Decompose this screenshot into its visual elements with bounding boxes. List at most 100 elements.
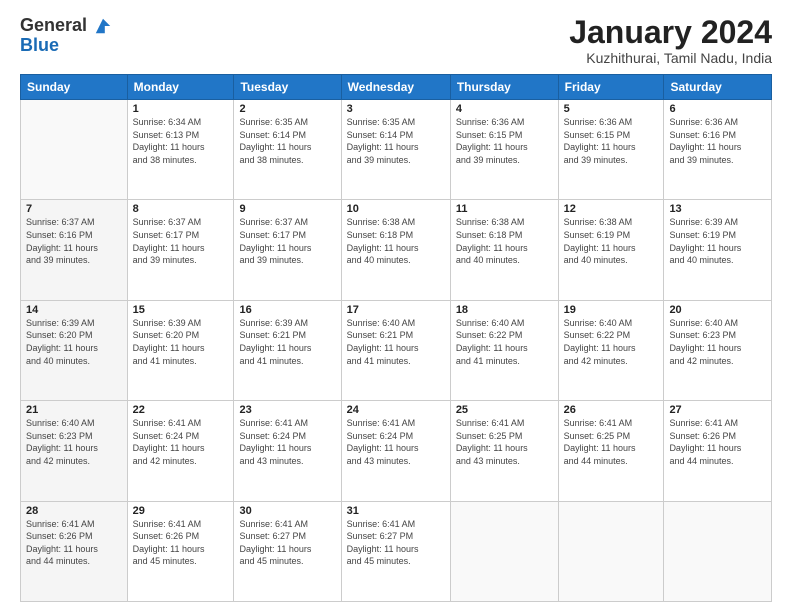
calendar-cell: 8Sunrise: 6:37 AM Sunset: 6:17 PM Daylig…: [127, 200, 234, 300]
calendar-cell: 7Sunrise: 6:37 AM Sunset: 6:16 PM Daylig…: [21, 200, 128, 300]
day-number: 1: [133, 103, 229, 115]
day-number: 21: [26, 404, 122, 416]
calendar-cell: 20Sunrise: 6:40 AM Sunset: 6:23 PM Dayli…: [664, 300, 772, 400]
calendar-table: SundayMondayTuesdayWednesdayThursdayFrid…: [20, 74, 772, 602]
day-number: 19: [564, 304, 659, 316]
day-number: 23: [239, 404, 335, 416]
weekday-header: Monday: [127, 75, 234, 100]
calendar-cell: 27Sunrise: 6:41 AM Sunset: 6:26 PM Dayli…: [664, 401, 772, 501]
day-number: 11: [456, 203, 553, 215]
weekday-header: Sunday: [21, 75, 128, 100]
calendar-cell: 28Sunrise: 6:41 AM Sunset: 6:26 PM Dayli…: [21, 501, 128, 601]
calendar-cell: 2Sunrise: 6:35 AM Sunset: 6:14 PM Daylig…: [234, 100, 341, 200]
day-info: Sunrise: 6:40 AM Sunset: 6:21 PM Dayligh…: [347, 317, 445, 367]
day-info: Sunrise: 6:41 AM Sunset: 6:26 PM Dayligh…: [669, 417, 766, 467]
title-block: January 2024 Kuzhithurai, Tamil Nadu, In…: [569, 16, 772, 66]
calendar-cell: [664, 501, 772, 601]
day-number: 25: [456, 404, 553, 416]
day-info: Sunrise: 6:40 AM Sunset: 6:23 PM Dayligh…: [26, 417, 122, 467]
logo: General Blue: [20, 16, 112, 56]
day-number: 28: [26, 505, 122, 517]
day-info: Sunrise: 6:34 AM Sunset: 6:13 PM Dayligh…: [133, 116, 229, 166]
calendar-cell: 4Sunrise: 6:36 AM Sunset: 6:15 PM Daylig…: [450, 100, 558, 200]
weekday-header: Wednesday: [341, 75, 450, 100]
day-number: 4: [456, 103, 553, 115]
day-info: Sunrise: 6:40 AM Sunset: 6:22 PM Dayligh…: [564, 317, 659, 367]
day-info: Sunrise: 6:36 AM Sunset: 6:16 PM Dayligh…: [669, 116, 766, 166]
calendar-cell: 29Sunrise: 6:41 AM Sunset: 6:26 PM Dayli…: [127, 501, 234, 601]
day-number: 5: [564, 103, 659, 115]
calendar-title: January 2024: [569, 16, 772, 48]
logo-blue: Blue: [20, 36, 112, 56]
calendar-week-row: 7Sunrise: 6:37 AM Sunset: 6:16 PM Daylig…: [21, 200, 772, 300]
day-number: 7: [26, 203, 122, 215]
day-info: Sunrise: 6:41 AM Sunset: 6:24 PM Dayligh…: [347, 417, 445, 467]
day-info: Sunrise: 6:39 AM Sunset: 6:21 PM Dayligh…: [239, 317, 335, 367]
calendar-cell: [558, 501, 664, 601]
day-info: Sunrise: 6:35 AM Sunset: 6:14 PM Dayligh…: [347, 116, 445, 166]
calendar-cell: 25Sunrise: 6:41 AM Sunset: 6:25 PM Dayli…: [450, 401, 558, 501]
day-info: Sunrise: 6:41 AM Sunset: 6:25 PM Dayligh…: [456, 417, 553, 467]
day-info: Sunrise: 6:41 AM Sunset: 6:24 PM Dayligh…: [239, 417, 335, 467]
day-number: 18: [456, 304, 553, 316]
calendar-cell: 11Sunrise: 6:38 AM Sunset: 6:18 PM Dayli…: [450, 200, 558, 300]
day-info: Sunrise: 6:37 AM Sunset: 6:16 PM Dayligh…: [26, 216, 122, 266]
day-info: Sunrise: 6:40 AM Sunset: 6:22 PM Dayligh…: [456, 317, 553, 367]
calendar-cell: [450, 501, 558, 601]
day-number: 27: [669, 404, 766, 416]
calendar-week-row: 28Sunrise: 6:41 AM Sunset: 6:26 PM Dayli…: [21, 501, 772, 601]
day-number: 14: [26, 304, 122, 316]
day-info: Sunrise: 6:38 AM Sunset: 6:19 PM Dayligh…: [564, 216, 659, 266]
day-number: 24: [347, 404, 445, 416]
day-number: 29: [133, 505, 229, 517]
day-info: Sunrise: 6:36 AM Sunset: 6:15 PM Dayligh…: [564, 116, 659, 166]
day-number: 3: [347, 103, 445, 115]
day-number: 9: [239, 203, 335, 215]
calendar-cell: 17Sunrise: 6:40 AM Sunset: 6:21 PM Dayli…: [341, 300, 450, 400]
calendar-week-row: 21Sunrise: 6:40 AM Sunset: 6:23 PM Dayli…: [21, 401, 772, 501]
weekday-header: Thursday: [450, 75, 558, 100]
calendar-cell: 12Sunrise: 6:38 AM Sunset: 6:19 PM Dayli…: [558, 200, 664, 300]
day-info: Sunrise: 6:37 AM Sunset: 6:17 PM Dayligh…: [239, 216, 335, 266]
calendar-cell: 31Sunrise: 6:41 AM Sunset: 6:27 PM Dayli…: [341, 501, 450, 601]
day-info: Sunrise: 6:36 AM Sunset: 6:15 PM Dayligh…: [456, 116, 553, 166]
day-info: Sunrise: 6:38 AM Sunset: 6:18 PM Dayligh…: [347, 216, 445, 266]
day-info: Sunrise: 6:41 AM Sunset: 6:24 PM Dayligh…: [133, 417, 229, 467]
logo-icon: [94, 17, 112, 35]
calendar-cell: 9Sunrise: 6:37 AM Sunset: 6:17 PM Daylig…: [234, 200, 341, 300]
day-info: Sunrise: 6:41 AM Sunset: 6:26 PM Dayligh…: [26, 518, 122, 568]
day-number: 15: [133, 304, 229, 316]
day-number: 16: [239, 304, 335, 316]
weekday-header: Saturday: [664, 75, 772, 100]
day-number: 30: [239, 505, 335, 517]
day-info: Sunrise: 6:39 AM Sunset: 6:20 PM Dayligh…: [133, 317, 229, 367]
day-info: Sunrise: 6:41 AM Sunset: 6:27 PM Dayligh…: [347, 518, 445, 568]
day-info: Sunrise: 6:35 AM Sunset: 6:14 PM Dayligh…: [239, 116, 335, 166]
day-info: Sunrise: 6:41 AM Sunset: 6:26 PM Dayligh…: [133, 518, 229, 568]
day-info: Sunrise: 6:41 AM Sunset: 6:25 PM Dayligh…: [564, 417, 659, 467]
calendar-cell: 26Sunrise: 6:41 AM Sunset: 6:25 PM Dayli…: [558, 401, 664, 501]
calendar-cell: 21Sunrise: 6:40 AM Sunset: 6:23 PM Dayli…: [21, 401, 128, 501]
day-info: Sunrise: 6:38 AM Sunset: 6:18 PM Dayligh…: [456, 216, 553, 266]
calendar-cell: 5Sunrise: 6:36 AM Sunset: 6:15 PM Daylig…: [558, 100, 664, 200]
day-info: Sunrise: 6:37 AM Sunset: 6:17 PM Dayligh…: [133, 216, 229, 266]
day-number: 26: [564, 404, 659, 416]
calendar-cell: [21, 100, 128, 200]
day-number: 17: [347, 304, 445, 316]
calendar-cell: 10Sunrise: 6:38 AM Sunset: 6:18 PM Dayli…: [341, 200, 450, 300]
calendar-cell: 23Sunrise: 6:41 AM Sunset: 6:24 PM Dayli…: [234, 401, 341, 501]
calendar-cell: 19Sunrise: 6:40 AM Sunset: 6:22 PM Dayli…: [558, 300, 664, 400]
logo-general: General: [20, 16, 112, 36]
weekday-header: Friday: [558, 75, 664, 100]
day-info: Sunrise: 6:41 AM Sunset: 6:27 PM Dayligh…: [239, 518, 335, 568]
calendar-week-row: 14 Sunrise: 6:39 AM Sunset: 6:20 PM Dayli…: [21, 300, 772, 400]
calendar-cell: 16Sunrise: 6:39 AM Sunset: 6:21 PM Dayli…: [234, 300, 341, 400]
day-number: 12: [564, 203, 659, 215]
calendar-week-row: 1Sunrise: 6:34 AM Sunset: 6:13 PM Daylig…: [21, 100, 772, 200]
day-number: 20: [669, 304, 766, 316]
calendar-cell: 13Sunrise: 6:39 AM Sunset: 6:19 PM Dayli…: [664, 200, 772, 300]
header: General Blue January 2024 Kuzhithurai, T…: [20, 16, 772, 66]
calendar-cell: 30Sunrise: 6:41 AM Sunset: 6:27 PM Dayli…: [234, 501, 341, 601]
calendar-cell: 22Sunrise: 6:41 AM Sunset: 6:24 PM Dayli…: [127, 401, 234, 501]
day-number: 22: [133, 404, 229, 416]
